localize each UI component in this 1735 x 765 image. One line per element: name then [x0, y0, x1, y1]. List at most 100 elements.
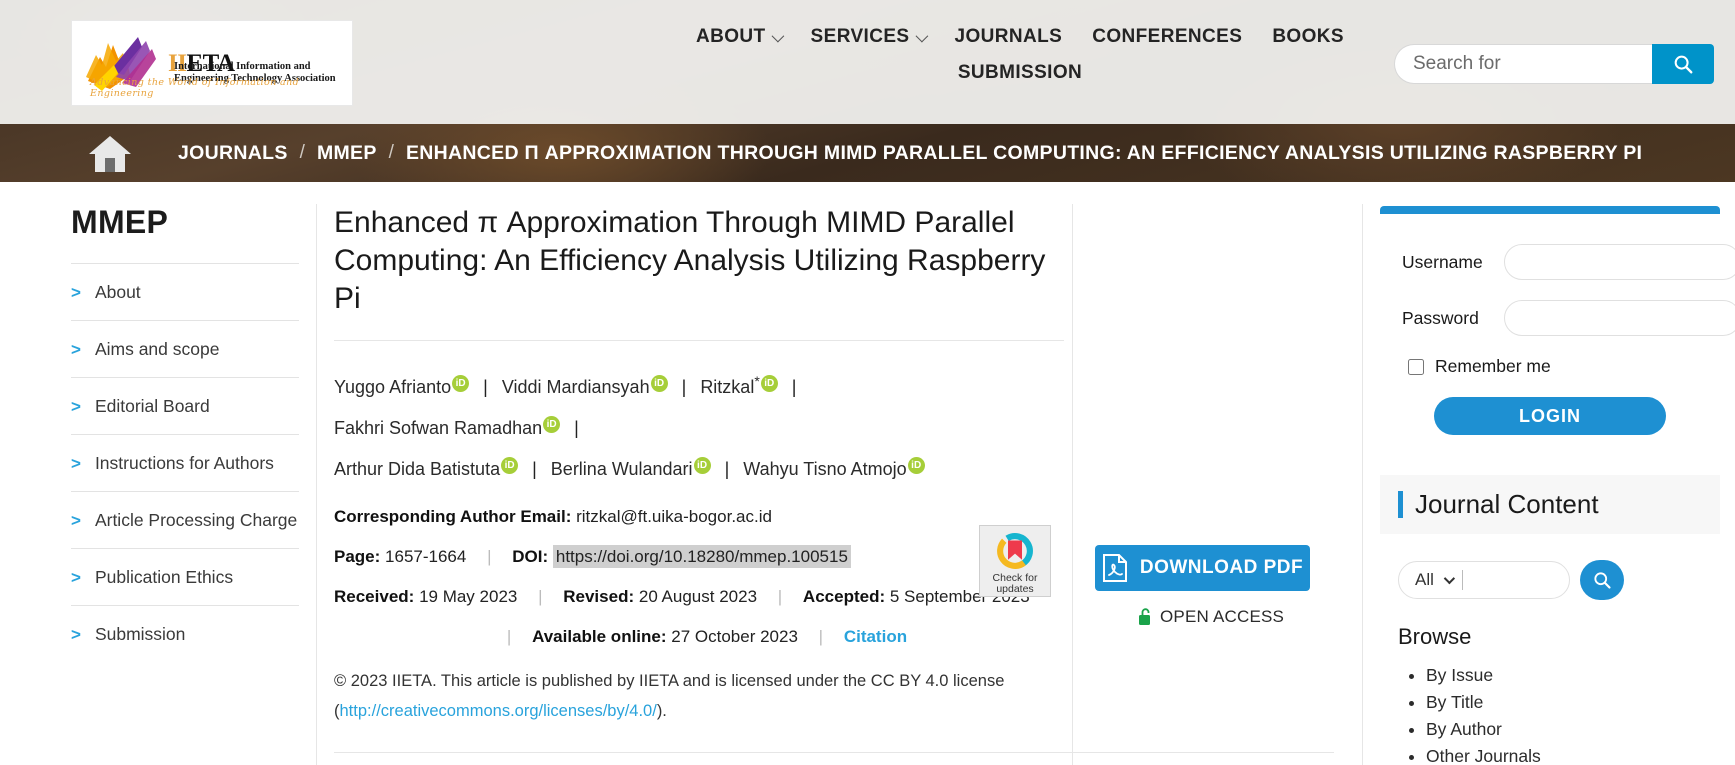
doi-link[interactable]: https://doi.org/10.18280/mmep.100515 — [552, 545, 851, 568]
orcid-icon[interactable]: iD — [693, 457, 711, 474]
nav-item-submission[interactable]: SUBMISSION — [958, 62, 1082, 84]
login-panel: Username Password Remember me LOGIN — [1380, 206, 1735, 457]
journal-sidebar: MMEP > About > Aims and scope > Editoria… — [71, 204, 299, 662]
chevron-right-icon: > — [71, 625, 81, 644]
author-separator: | — [724, 459, 730, 479]
received-label: Received: — [334, 587, 415, 606]
nav-label: SERVICES — [810, 26, 910, 47]
divider-left — [316, 204, 317, 765]
home-icon[interactable] — [86, 132, 134, 174]
select-divider — [1461, 570, 1463, 590]
crossmark-icon — [997, 533, 1033, 569]
chevron-down-icon — [1443, 572, 1455, 585]
right-sidebar: Username Password Remember me LOGIN Jour… — [1380, 206, 1735, 765]
password-label: Password — [1402, 307, 1479, 328]
author-item[interactable]: Viddi Mardiansyah iD — [502, 375, 668, 397]
nav-label: ABOUT — [695, 26, 766, 47]
chevron-right-icon: > — [71, 340, 81, 359]
license-text: © 2023 IIETA. This article is published … — [334, 666, 1034, 726]
author-item[interactable]: Wahyu Tisno Atmojo iD — [743, 457, 925, 479]
author-item[interactable]: Arthur Dida Batistuta iD — [334, 457, 519, 479]
meta-separator: | — [538, 587, 543, 606]
breadcrumb-separator: / — [388, 142, 394, 163]
sidebar-item-publication-ethics[interactable]: > Publication Ethics — [71, 548, 299, 605]
available-online-label: Available online: — [532, 627, 667, 646]
journal-content-search-button[interactable] — [1580, 560, 1624, 600]
orcid-icon[interactable]: iD — [907, 457, 925, 474]
page-value: 1657-1664 — [385, 547, 467, 566]
nav-label: SUBMISSION — [957, 62, 1083, 83]
author-name: Arthur Dida Batistuta — [334, 459, 501, 479]
breadcrumb-item-mmep[interactable]: MMEP — [317, 142, 377, 165]
meta-separator: | — [487, 547, 492, 566]
author-separator: | — [791, 377, 797, 397]
citation-link[interactable]: Citation — [844, 627, 907, 646]
download-pdf-button[interactable]: DOWNLOAD PDF — [1095, 545, 1310, 591]
abstract-divider — [334, 752, 1334, 753]
password-input[interactable] — [1504, 300, 1735, 336]
panel-accent-bar — [1398, 491, 1403, 518]
orcid-icon[interactable]: iD — [452, 375, 470, 392]
journal-content-scope-select[interactable]: All — [1398, 561, 1570, 599]
author-separator: | — [532, 459, 537, 479]
accepted-label: Accepted: — [802, 587, 886, 606]
journal-content-search-row: All — [1398, 560, 1720, 600]
nav-item-journals[interactable]: JOURNALS — [955, 26, 1063, 48]
username-label: Username — [1402, 251, 1483, 272]
browse-item-by-issue[interactable]: By Issue — [1426, 662, 1720, 689]
author-name: Berlina Wulandari — [550, 459, 693, 479]
sidebar-item-article-processing-charge[interactable]: > Article Processing Charge — [71, 491, 299, 548]
sidebar-item-about[interactable]: > About — [71, 263, 299, 320]
author-separator: | — [681, 377, 687, 397]
browse-item-other-journals[interactable]: Other Journals — [1426, 743, 1720, 765]
author-name: Yuggo Afrianto — [334, 377, 452, 397]
orcid-icon[interactable]: iD — [650, 375, 668, 392]
meta-separator: | — [777, 587, 783, 606]
breadcrumb: JOURNALS / MMEP / ENHANCED Π APPROXIMATI… — [0, 124, 1735, 182]
username-row: Username — [1402, 244, 1735, 280]
nav-item-about[interactable]: ABOUT — [695, 26, 784, 48]
corresponding-email-label: Corresponding Author Email: — [334, 507, 572, 526]
orcid-icon[interactable]: iD — [760, 375, 778, 392]
sidebar-item-editorial-board[interactable]: > Editorial Board — [71, 377, 299, 434]
chevron-right-icon: > — [71, 397, 81, 416]
license-url-link[interactable]: http://creativecommons.org/licenses/by/4… — [340, 702, 657, 720]
browse-item-by-author[interactable]: By Author — [1426, 716, 1720, 743]
author-item[interactable]: Berlina Wulandari iD — [550, 457, 711, 479]
corresponding-email-value: ritzkal@ft.uika-bogor.ac.id — [576, 507, 772, 526]
remember-me-row[interactable]: Remember me — [1408, 356, 1698, 377]
author-item[interactable]: Fakhri Sofwan Ramadhan iD — [334, 416, 561, 438]
orcid-icon[interactable]: iD — [543, 416, 561, 433]
remember-me-checkbox[interactable] — [1408, 358, 1424, 375]
chevron-down-icon — [771, 29, 784, 42]
author-item[interactable]: Yuggo Afrianto iD — [334, 375, 470, 397]
login-button[interactable]: LOGIN — [1434, 397, 1666, 435]
nav-item-services[interactable]: SERVICES — [810, 26, 928, 48]
search-button[interactable] — [1652, 44, 1714, 84]
sidebar-item-submission[interactable]: > Submission — [71, 605, 299, 662]
nav-item-books[interactable]: BOOKS — [1272, 26, 1344, 48]
orcid-icon[interactable]: iD — [501, 457, 519, 474]
meta-separator: | — [818, 627, 824, 646]
article-title: Enhanced π Approximation Through MIMD Pa… — [334, 206, 1046, 315]
username-input[interactable] — [1504, 244, 1735, 280]
author-item-corresponding[interactable]: Ritzkal* iD — [700, 373, 778, 397]
chevron-right-icon: > — [71, 283, 81, 302]
sidebar-item-aims-and-scope[interactable]: > Aims and scope — [71, 320, 299, 377]
browse-list: By Issue By Title By Author Other Journa… — [1398, 662, 1720, 765]
breadcrumb-item-journals[interactable]: JOURNALS — [178, 142, 288, 165]
site-logo[interactable]: IIETA International Information and Engi… — [71, 20, 353, 106]
download-column: DOWNLOAD PDF OPEN ACCESS — [1095, 545, 1345, 627]
license-statement: © 2023 IIETA. This article is published … — [334, 672, 1005, 690]
search-input[interactable] — [1394, 44, 1652, 84]
pdf-file-icon — [1102, 554, 1127, 582]
open-access-label: OPEN ACCESS — [1160, 607, 1285, 626]
divider-center — [1072, 204, 1073, 765]
remember-me-label: Remember me — [1435, 356, 1551, 376]
sidebar-item-instructions-for-authors[interactable]: > Instructions for Authors — [71, 434, 299, 491]
browse-item-by-title[interactable]: By Title — [1426, 689, 1720, 716]
crossmark-check-for-updates-button[interactable]: Check for updates — [979, 525, 1051, 597]
received-value: 19 May 2023 — [419, 587, 518, 606]
nav-item-conferences[interactable]: CONFERENCES — [1092, 26, 1242, 48]
sidebar-item-label: Article Processing Charge — [94, 510, 298, 530]
